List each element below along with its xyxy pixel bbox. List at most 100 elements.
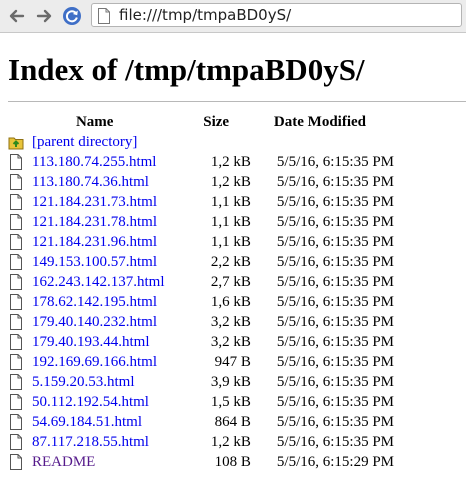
file-link[interactable]: 113.180.74.255.html <box>32 154 156 171</box>
file-icon <box>10 234 22 250</box>
file-row: 179.40.140.232.html 3,2 kB 5/5/16, 6:15:35… <box>8 312 466 332</box>
file-icon <box>10 314 22 330</box>
file-size: 3,9 kB <box>210 373 251 390</box>
file-row: 113.180.74.36.html 1,2 kB 5/5/16, 6:15:35 … <box>8 172 466 192</box>
back-button[interactable] <box>7 6 27 26</box>
file-link[interactable]: 179.40.193.44.html <box>32 334 150 351</box>
reload-icon <box>63 7 81 25</box>
file-modified: 5/5/16, 6:15:35 PM <box>276 293 395 310</box>
file-modified: 5/5/16, 6:15:35 PM <box>276 433 395 450</box>
file-modified: 5/5/16, 6:15:35 PM <box>276 373 395 390</box>
file-icon <box>10 174 22 190</box>
page-title: Index of /tmp/tmpaBD0yS/ <box>8 52 365 87</box>
size-column-header[interactable]: Size <box>181 112 251 132</box>
browser-toolbar: file:///tmp/tmpaBD0yS/ <box>0 0 466 33</box>
file-size: 1,1 kB <box>210 213 251 230</box>
date-column-header[interactable]: Date Modified <box>251 112 466 132</box>
file-icon <box>10 154 22 170</box>
file-link[interactable]: 178.62.142.195.html <box>32 294 157 311</box>
file-row: 178.62.142.195.html 1,6 kB 5/5/16, 6:15:35… <box>8 292 466 312</box>
file-icon <box>10 334 22 350</box>
file-size: 1,1 kB <box>210 233 251 250</box>
parent-directory-link[interactable]: [parent directory] <box>32 134 137 151</box>
arrow-left-icon <box>9 9 25 23</box>
file-size: 3,2 kB <box>210 313 251 330</box>
file-modified: 5/5/16, 6:15:35 PM <box>276 213 395 230</box>
file-row: 121.184.231.96.html 1,1 kB 5/5/16, 6:15:35… <box>8 232 466 252</box>
arrow-right-icon <box>36 9 52 23</box>
file-modified: 5/5/16, 6:15:35 PM <box>276 413 395 430</box>
file-modified: 5/5/16, 6:15:35 PM <box>276 313 395 330</box>
file-row: 50.112.192.54.html 1,5 kB 5/5/16, 6:15:35 … <box>8 392 466 412</box>
divider <box>8 101 466 102</box>
file-link[interactable]: 54.69.184.51.html <box>32 414 142 431</box>
up-folder-icon <box>8 137 24 150</box>
name-column-header[interactable]: Name <box>8 112 181 132</box>
file-size: 2,7 kB <box>210 273 251 290</box>
file-icon <box>10 254 22 270</box>
file-size: 1,2 kB <box>210 153 251 170</box>
url-text[interactable]: file:///tmp/tmpaBD0yS/ <box>119 6 291 24</box>
file-icon <box>10 434 22 450</box>
file-icon <box>10 354 22 370</box>
file-link[interactable]: 162.243.142.137.html <box>32 274 165 291</box>
file-size: 3,2 kB <box>210 333 251 350</box>
file-row: 54.69.184.51.html 864 B 5/5/16, 6:15:35 PM <box>8 412 466 432</box>
file-link[interactable]: 179.40.140.232.html <box>32 314 157 331</box>
file-link[interactable]: 113.180.74.36.html <box>32 174 149 191</box>
file-row: 113.180.74.255.html 1,2 kB 5/5/16, 6:15:35… <box>8 152 466 172</box>
file-row: 149.153.100.57.html 2,2 kB 5/5/16, 6:15:35… <box>8 252 466 272</box>
file-modified: 5/5/16, 6:15:35 PM <box>276 173 395 190</box>
file-row: 121.184.231.73.html 1,1 kB 5/5/16, 6:15:35… <box>8 192 466 212</box>
file-icon <box>10 374 22 390</box>
file-modified: 5/5/16, 6:15:35 PM <box>276 253 395 270</box>
file-size: 1,2 kB <box>210 173 251 190</box>
file-modified: 5/5/16, 6:15:35 PM <box>276 353 395 370</box>
file-link[interactable]: 5.159.20.53.html <box>32 374 135 391</box>
file-row: 179.40.193.44.html 3,2 kB 5/5/16, 6:15:35 … <box>8 332 466 352</box>
address-bar[interactable]: file:///tmp/tmpaBD0yS/ <box>91 3 462 27</box>
file-icon <box>10 294 22 310</box>
file-size: 1,2 kB <box>210 433 251 450</box>
file-row: README 108 B 5/5/16, 6:15:29 PM <box>8 452 466 472</box>
document-icon <box>98 8 110 24</box>
file-link[interactable]: README <box>32 454 95 471</box>
file-icon <box>10 394 22 410</box>
file-icon <box>10 454 22 470</box>
parent-directory-row: [parent directory] <box>8 132 466 152</box>
file-size: 108 B <box>214 453 251 470</box>
file-link[interactable]: 192.169.69.166.html <box>32 354 157 371</box>
file-link[interactable]: 50.112.192.54.html <box>32 394 149 411</box>
file-modified: 5/5/16, 6:15:35 PM <box>276 333 395 350</box>
file-icon <box>10 414 22 430</box>
directory-listing: Name Size Date Modified [parent director… <box>8 112 466 472</box>
file-row: 121.184.231.78.html 1,1 kB 5/5/16, 6:15:35… <box>8 212 466 232</box>
file-size: 1,1 kB <box>210 193 251 210</box>
file-modified: 5/5/16, 6:15:35 PM <box>276 193 395 210</box>
file-link[interactable]: 87.117.218.55.html <box>32 434 149 451</box>
file-modified: 5/5/16, 6:15:35 PM <box>276 153 395 170</box>
file-modified: 5/5/16, 6:15:35 PM <box>276 273 395 290</box>
file-icon <box>10 274 22 290</box>
file-modified: 5/5/16, 6:15:35 PM <box>276 393 395 410</box>
file-size: 864 B <box>214 413 251 430</box>
file-size: 2,2 kB <box>210 253 251 270</box>
file-row: 192.169.69.166.html 947 B 5/5/16, 6:15:35 … <box>8 352 466 372</box>
file-link[interactable]: 121.184.231.73.html <box>32 194 157 211</box>
file-icon <box>10 194 22 210</box>
file-link[interactable]: 149.153.100.57.html <box>32 254 157 271</box>
file-modified: 5/5/16, 6:15:35 PM <box>276 233 395 250</box>
file-size: 1,5 kB <box>210 393 251 410</box>
file-row: 162.243.142.137.html 2,7 kB 5/5/16, 6:15:3… <box>8 272 466 292</box>
file-size: 1,6 kB <box>210 293 251 310</box>
file-modified: 5/5/16, 6:15:29 PM <box>276 453 395 470</box>
file-row: 87.117.218.55.html 1,2 kB 5/5/16, 6:15:35 … <box>8 432 466 452</box>
file-row: 5.159.20.53.html 3,9 kB 5/5/16, 6:15:35 PM <box>8 372 466 392</box>
table-header-row: Name Size Date Modified <box>8 112 466 132</box>
file-icon <box>10 214 22 230</box>
file-link[interactable]: 121.184.231.78.html <box>32 214 157 231</box>
reload-button[interactable] <box>62 6 82 26</box>
forward-button[interactable] <box>34 6 54 26</box>
file-size: 947 B <box>214 353 251 370</box>
file-link[interactable]: 121.184.231.96.html <box>32 234 157 251</box>
